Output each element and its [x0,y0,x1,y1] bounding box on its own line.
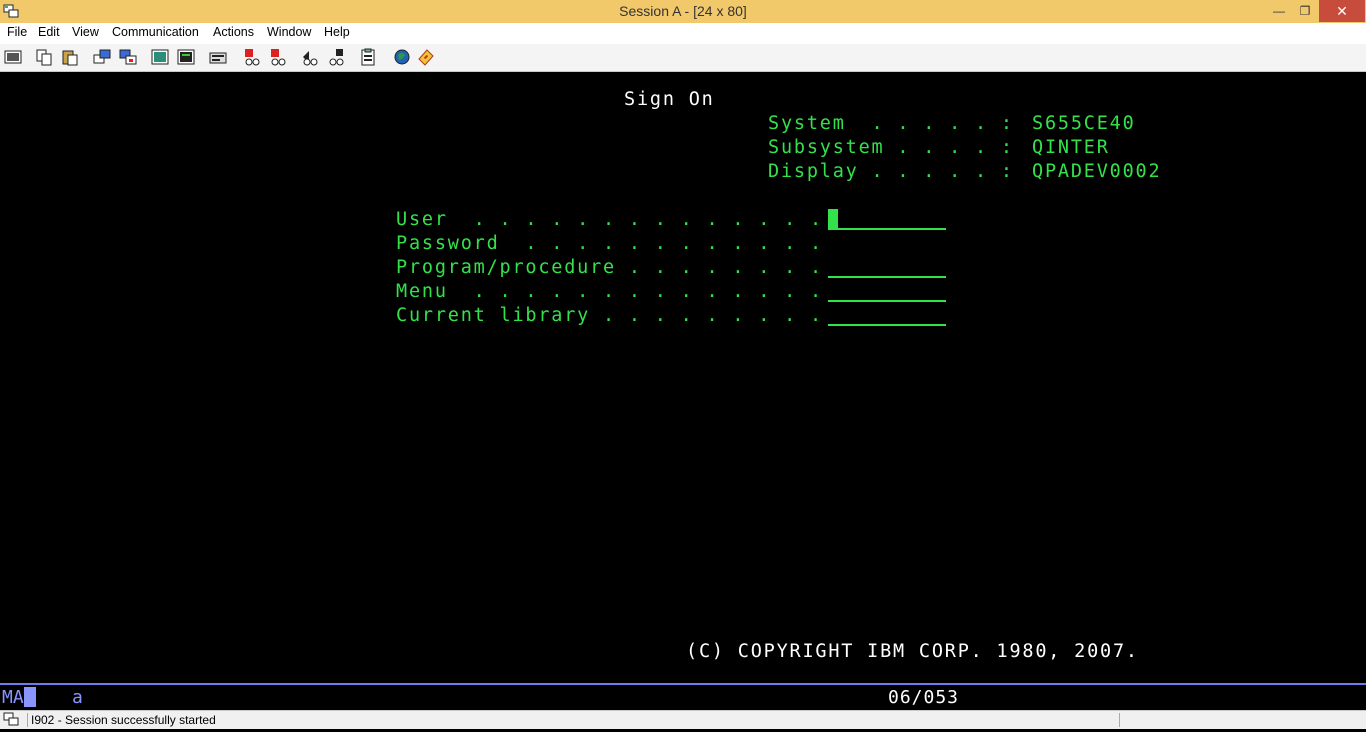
clipboard-icon[interactable] [358,47,378,67]
subsystem-label: Subsystem . . . . : [768,137,1014,158]
ticket-icon[interactable] [416,47,436,67]
menu-bar: File Edit View Communication Actions Win… [0,23,1366,44]
library-field[interactable] [828,324,946,326]
subsystem-value: QINTER [1032,137,1110,158]
oia-mode: MA [2,687,24,708]
menu-help[interactable]: Help [324,25,350,39]
menu-label: Menu . . . . . . . . . . . . . . [396,281,823,302]
menu-communication[interactable]: Communication [112,25,199,39]
menu-actions[interactable]: Actions [213,25,254,39]
support-icon[interactable] [326,47,346,67]
display-value: QPADEV0002 [1032,161,1162,182]
receive-file-icon[interactable] [118,47,138,67]
session-status-icon [3,712,21,727]
copy-icon[interactable] [34,47,54,67]
globe-help-icon[interactable] [392,47,412,67]
password-field[interactable] [828,252,946,254]
status-separator [27,713,28,727]
customize-icon[interactable] [300,47,320,67]
program-field[interactable] [828,276,946,278]
user-label: User . . . . . . . . . . . . . . [396,209,823,230]
operator-info-area: MA a 06/053 [0,683,1366,712]
user-field[interactable] [828,228,946,230]
toolbar [0,44,1366,72]
send-file-icon[interactable] [92,47,112,67]
screen-title: Sign On [624,89,715,110]
play-macro-icon[interactable] [268,47,288,67]
text-cursor [828,209,838,228]
password-label: Password . . . . . . . . . . . . [396,233,823,254]
minimize-button[interactable]: — [1266,0,1292,22]
copyright-text: (C) COPYRIGHT IBM CORP. 1980, 2007. [686,641,1139,662]
close-button[interactable]: ✕ [1319,0,1365,22]
display-label: Display . . . . . : [768,161,1014,182]
menu-file[interactable]: File [7,25,27,39]
maximize-button[interactable]: ❐ [1292,0,1318,22]
macro-icon[interactable] [176,47,196,67]
menu-window[interactable]: Window [267,25,311,39]
program-label: Program/procedure . . . . . . . . [396,257,823,278]
oia-indicator [24,687,36,707]
menu-edit[interactable]: Edit [38,25,60,39]
oia-shift: a [72,687,83,708]
record-macro-icon[interactable] [208,47,228,67]
system-value: S655CE40 [1032,113,1136,134]
terminal-screen[interactable]: Sign On System . . . . . : S655CE40 Subs… [0,72,1366,683]
status-separator [1119,713,1120,727]
display-keypad-icon[interactable] [150,47,170,67]
menu-view[interactable]: View [72,25,99,39]
window-title: Session A - [24 x 80] [619,3,747,19]
paste-icon[interactable] [60,47,80,67]
status-message: I902 - Session successfully started [31,713,216,727]
status-bar: I902 - Session successfully started [0,710,1366,729]
stop-macro-icon[interactable] [242,47,262,67]
title-bar: Session A - [24 x 80] — ❐ ✕ [0,0,1366,23]
system-label: System . . . . . : [768,113,1014,134]
cursor-position: 06/053 [888,687,960,708]
library-label: Current library . . . . . . . . . [396,305,823,326]
menu-field[interactable] [828,300,946,302]
print-screen-icon[interactable] [3,47,23,67]
